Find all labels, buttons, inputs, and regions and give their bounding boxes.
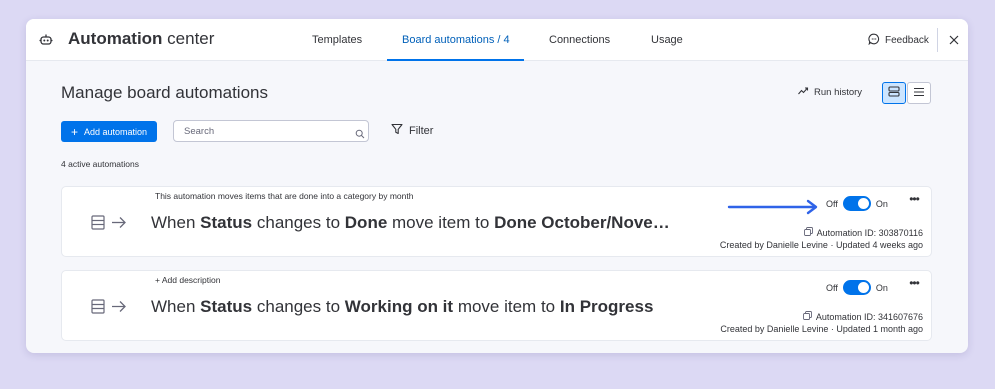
tab-board-automations[interactable]: Board automations / 4	[402, 19, 510, 61]
automation-description[interactable]: This automation moves items that are don…	[155, 191, 413, 201]
on-off-switch[interactable]	[842, 196, 871, 211]
recipe-text: move item to	[457, 297, 556, 316]
tab-usage[interactable]: Usage	[651, 19, 683, 61]
app-title-bold: Automation	[68, 29, 163, 48]
created-updated-text: Created by Danielle Levine · Updated 1 m…	[720, 324, 923, 334]
search-icon	[355, 126, 365, 139]
automation-id-text: Automation ID: 341607676	[815, 311, 923, 322]
list-arrow-icon	[91, 214, 129, 232]
recipe-keyword: In Progress	[559, 297, 654, 316]
tab-connections[interactable]: Connections	[549, 19, 610, 61]
run-history-button[interactable]: Run history	[798, 87, 862, 98]
feedback-label: Feedback	[885, 34, 929, 46]
top-bar: Automation center Templates Board automa…	[26, 19, 968, 61]
switch-knob	[857, 282, 869, 293]
close-icon[interactable]	[944, 30, 964, 50]
card-view-icon	[888, 84, 900, 102]
on-label: On	[875, 198, 888, 209]
recipe-keyword: Done	[344, 213, 388, 232]
trend-line-icon	[798, 87, 809, 98]
more-dots-icon[interactable]: •••	[905, 193, 923, 209]
automation-center-window: Automation center Templates Board automa…	[26, 19, 968, 353]
filter-funnel-icon	[391, 123, 403, 138]
automation-recipe: When Status changes to Working on it mov…	[151, 296, 681, 318]
on-off-toggle-row: Off On	[826, 196, 888, 211]
automation-id: Automation ID: 303870116	[803, 227, 923, 238]
copy-icon[interactable]	[803, 227, 813, 238]
top-divider	[937, 28, 938, 52]
recipe-keyword: Working on it	[344, 297, 454, 316]
add-automation-button[interactable]: + Add automation	[61, 121, 157, 142]
active-tab-indicator	[387, 59, 524, 61]
list-view-icon	[913, 84, 925, 102]
filter-label: Filter	[409, 124, 434, 137]
recipe-text: When	[151, 213, 196, 232]
annotation-arrow-icon	[727, 199, 818, 215]
feedback-button[interactable]: Feedback	[868, 30, 929, 50]
add-description-link[interactable]: + Add description	[155, 275, 220, 285]
app-title-light: center	[167, 29, 215, 48]
off-label: Off	[826, 198, 838, 209]
recipe-text: When	[151, 297, 196, 316]
automation-id: Automation ID: 341607676	[802, 311, 923, 322]
tab-templates[interactable]: Templates	[312, 19, 362, 61]
plus-icon: +	[70, 124, 78, 139]
recipe-text: move item to	[392, 213, 490, 232]
active-automations-count: 4 active automations	[61, 159, 139, 169]
off-label: Off	[826, 282, 838, 293]
automation-card[interactable]: + Add description When Status changes to…	[61, 270, 932, 341]
recipe-text: changes to	[256, 213, 341, 232]
automation-id-text: Automation ID: 303870116	[816, 227, 923, 238]
filter-button[interactable]: Filter	[391, 123, 433, 138]
add-automation-label: Add automation	[83, 126, 148, 137]
automation-recipe: When Status changes to Done move item to…	[151, 212, 681, 234]
list-view-toggle[interactable]	[907, 82, 931, 104]
recipe-keyword: Status	[200, 297, 253, 316]
card-view-toggle[interactable]	[882, 82, 906, 104]
on-off-toggle-row: Off On	[826, 280, 888, 295]
switch-knob	[857, 198, 869, 209]
list-arrow-icon	[91, 298, 129, 316]
search-input[interactable]	[173, 120, 369, 142]
page-title: Manage board automations	[61, 83, 268, 102]
recipe-text: changes to	[256, 297, 341, 316]
recipe-keyword: Done October/Nove…	[494, 213, 670, 232]
copy-icon[interactable]	[802, 311, 812, 322]
chat-bubble-icon	[868, 33, 880, 48]
app-title: Automation center	[68, 28, 214, 50]
on-off-switch[interactable]	[842, 280, 871, 295]
created-updated-text: Created by Danielle Levine · Updated 4 w…	[719, 240, 923, 250]
recipe-keyword: Status	[200, 213, 253, 232]
automation-card[interactable]: This automation moves items that are don…	[61, 186, 932, 257]
robot-icon	[36, 30, 56, 50]
on-label: On	[875, 282, 888, 293]
more-dots-icon[interactable]: •••	[905, 277, 923, 293]
run-history-label: Run history	[814, 87, 863, 98]
